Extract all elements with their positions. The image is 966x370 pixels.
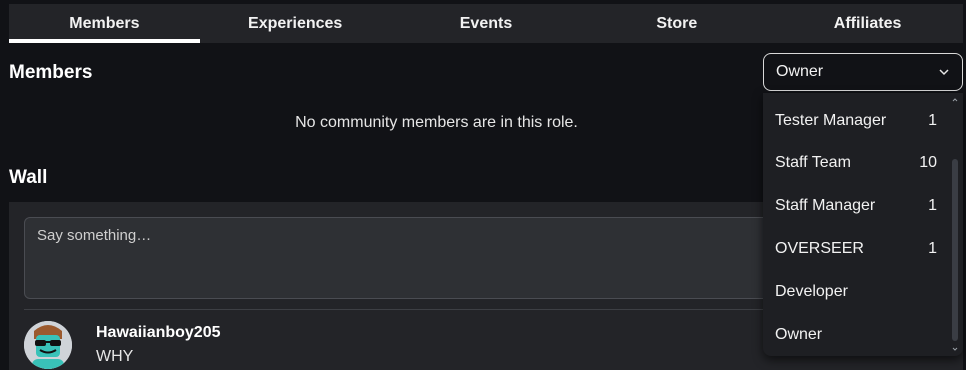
scrollbar-thumb[interactable]	[952, 159, 958, 341]
members-heading: Members	[9, 62, 93, 83]
chevron-down-icon	[939, 69, 949, 76]
role-option-count: 10	[919, 154, 937, 171]
avatar[interactable]	[24, 321, 72, 369]
tab-affiliates[interactable]: Affiliates	[772, 4, 963, 43]
role-option-staff-team[interactable]: Staff Team 10	[775, 151, 937, 175]
scroll-down-icon[interactable]	[952, 346, 958, 352]
tab-store[interactable]: Store	[581, 4, 772, 43]
wall-post-input[interactable]: Say something…	[24, 217, 784, 299]
role-select[interactable]: Owner	[763, 53, 963, 91]
role-option-label: OVERSEER	[775, 240, 864, 257]
role-option-label: Developer	[775, 283, 848, 300]
role-select-value: Owner	[776, 63, 824, 80]
tab-label: Members	[69, 14, 140, 32]
post-text: WHY	[96, 348, 134, 365]
role-option-staff-manager[interactable]: Staff Manager 1	[775, 194, 937, 218]
role-option-tester-manager[interactable]: Tester Manager 1	[775, 109, 937, 133]
wall-heading: Wall	[9, 167, 48, 188]
role-option-label: Tester Manager	[775, 112, 887, 129]
role-option-label: Staff Team	[775, 154, 851, 171]
role-option-label: Owner	[775, 326, 823, 343]
role-option-count: 1	[928, 197, 937, 214]
tab-experiences[interactable]: Experiences	[200, 4, 391, 43]
scroll-up-icon[interactable]	[952, 97, 958, 103]
tab-label: Events	[459, 14, 513, 32]
tab-events[interactable]: Events	[391, 4, 582, 43]
role-option-label: Staff Manager	[775, 197, 876, 214]
tab-bar: Members Experiences Events Store Affilia…	[9, 4, 963, 43]
tab-label: Experiences	[248, 14, 343, 32]
tab-members[interactable]: Members	[9, 4, 200, 43]
role-option-developer[interactable]: Developer	[775, 280, 937, 304]
role-option-owner[interactable]: Owner	[775, 323, 937, 347]
role-menu: Tester Manager 1 Staff Team 10 Staff Man…	[763, 93, 963, 356]
empty-members-message: No community members are in this role.	[295, 114, 578, 131]
tab-label: Store	[656, 14, 698, 32]
role-option-overseer[interactable]: OVERSEER 1	[775, 237, 937, 261]
divider	[24, 309, 784, 310]
post-username[interactable]: Hawaiianboy205	[96, 324, 221, 342]
role-option-count: 1	[928, 112, 937, 129]
avatar-image	[24, 321, 72, 369]
role-option-count: 1	[928, 240, 937, 257]
menu-scrollbar[interactable]	[952, 97, 958, 352]
tab-label: Affiliates	[833, 14, 902, 32]
